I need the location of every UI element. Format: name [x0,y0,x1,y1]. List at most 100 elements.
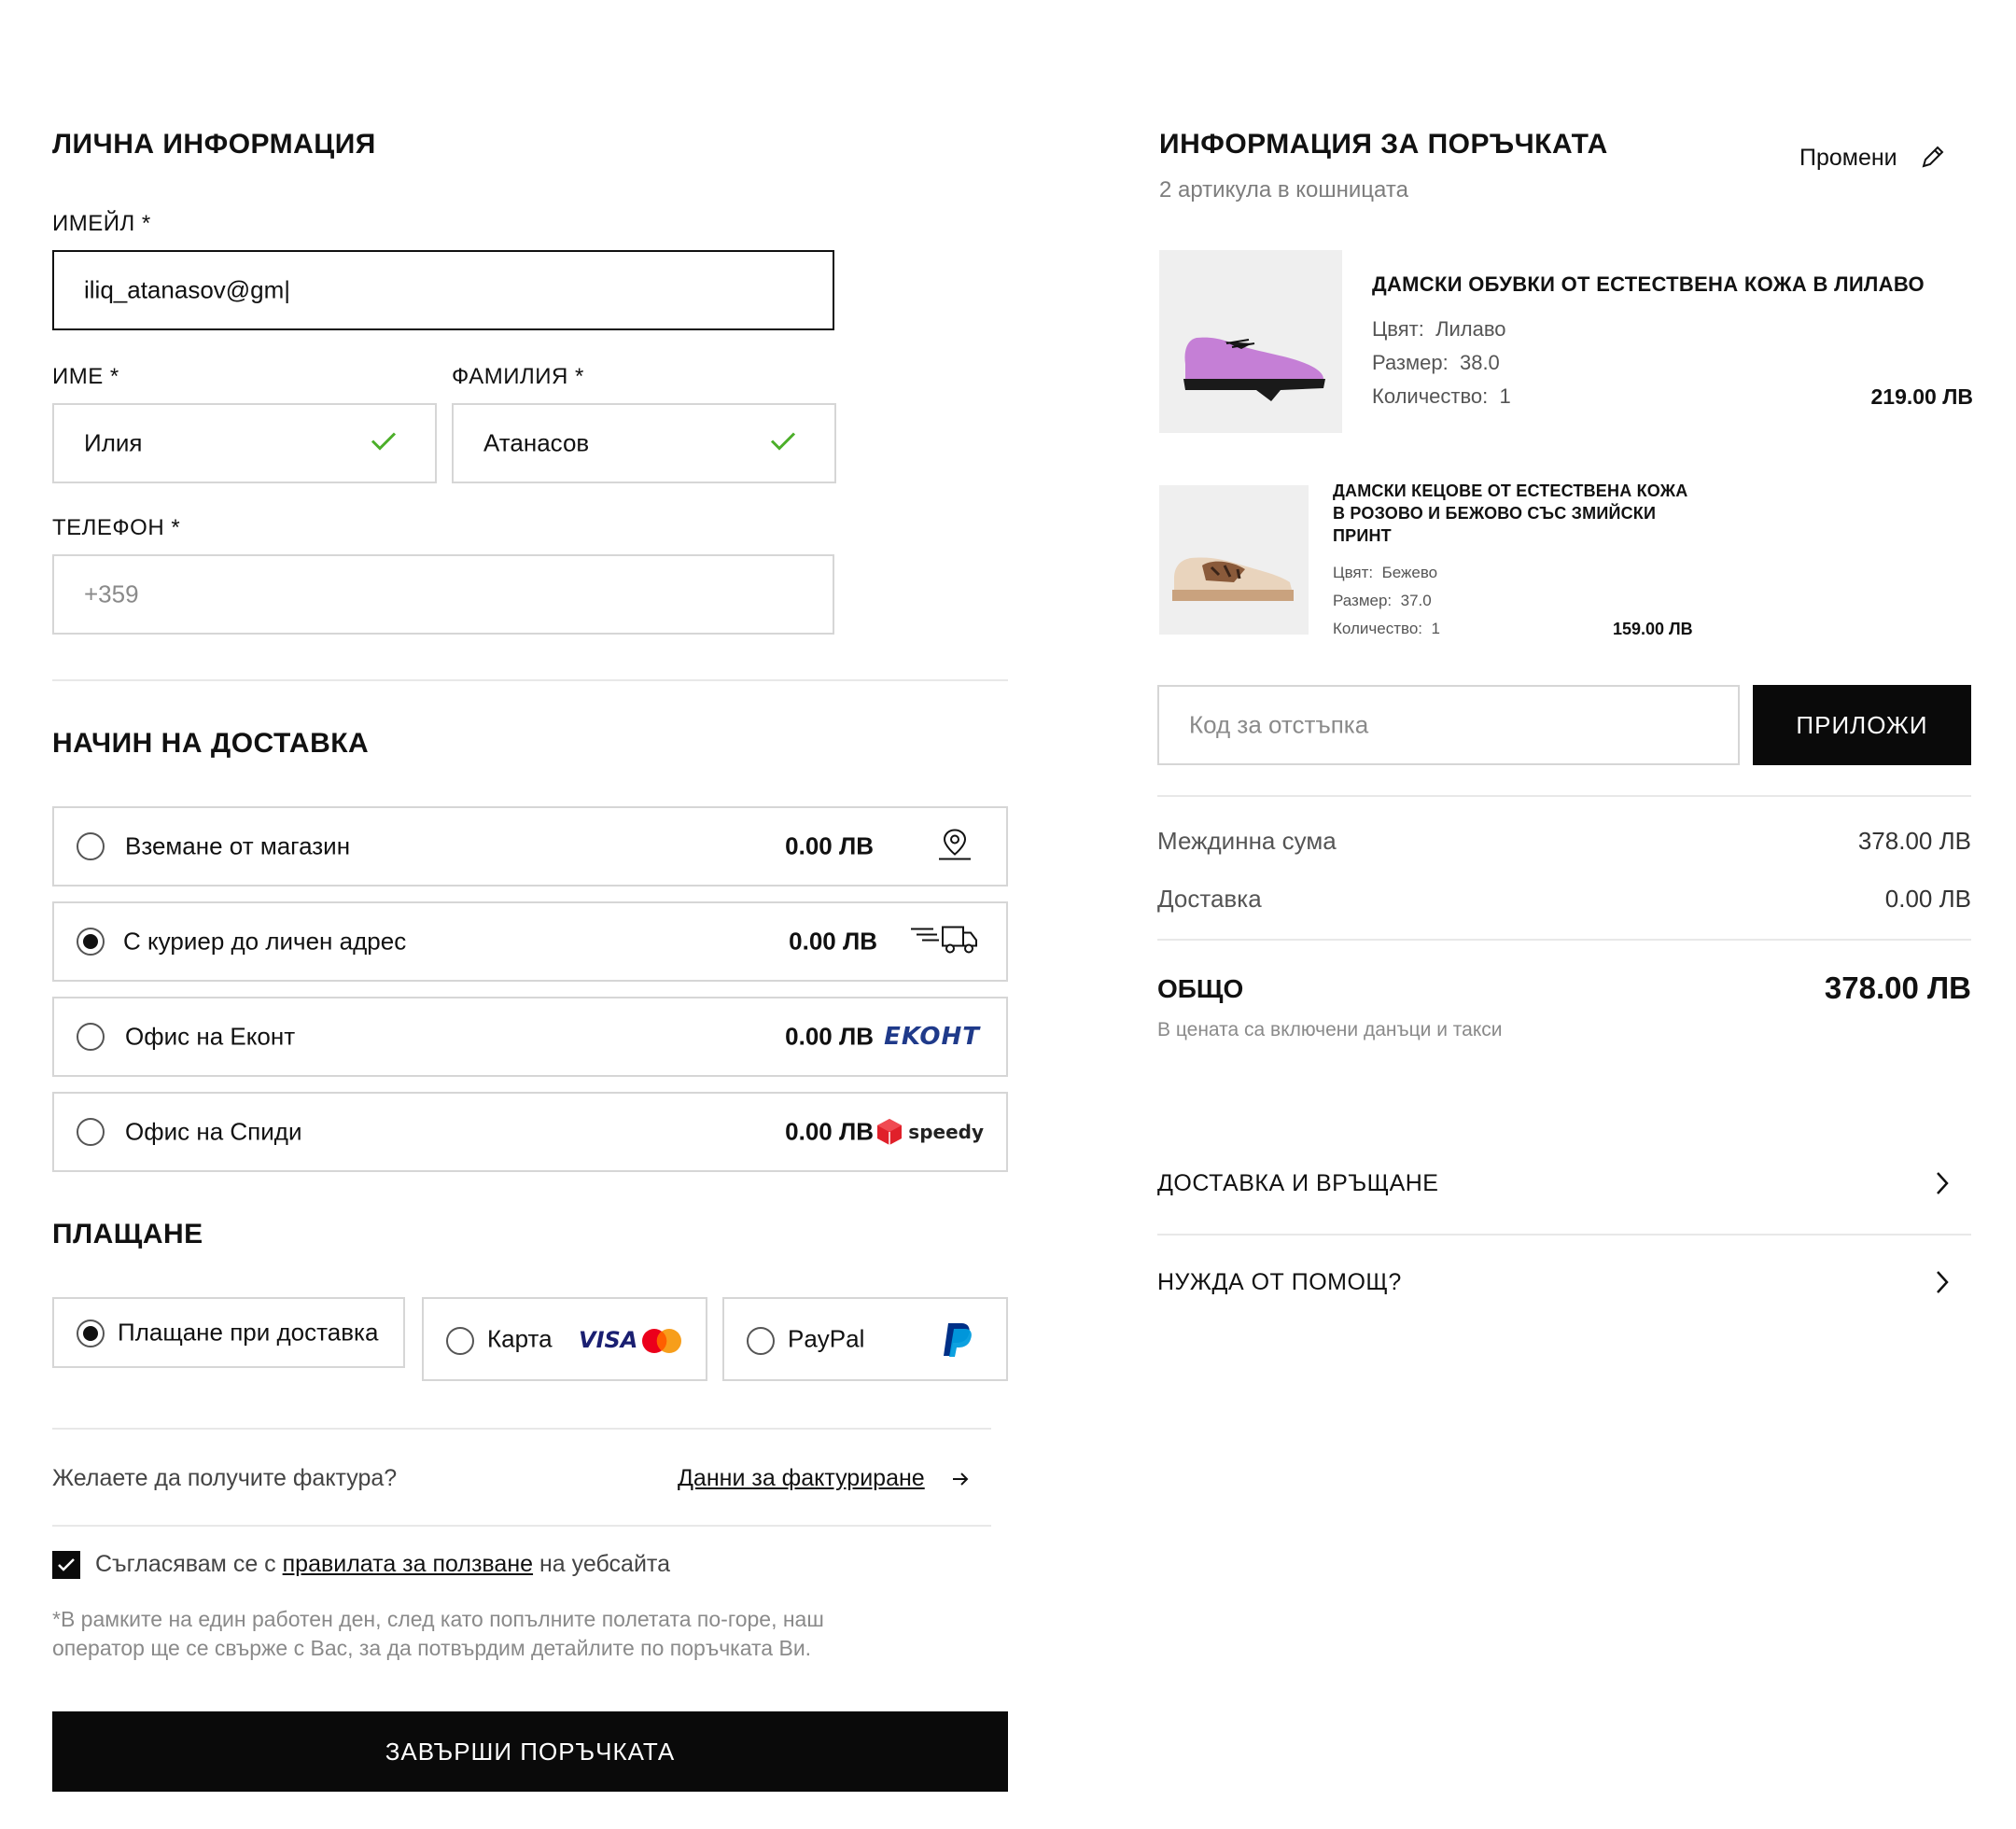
color-label: Цвят: [1333,564,1374,581]
radio-button[interactable] [747,1327,775,1355]
product-image-purple-shoe[interactable] [1159,250,1342,433]
sneaker-illustration [1172,557,1294,601]
payment-option-cod[interactable]: Плащане при доставка [52,1297,405,1368]
delivery-option-courier[interactable]: С куриер до личен адрес 0.00 ЛВ [52,901,1008,982]
shoe-illustration [1183,337,1325,401]
order-info-heading: ИНФОРМАЦИЯ ЗА ПОРЪЧКАТА [1159,129,1608,160]
discount-code-input[interactable]: Код за отстъпка [1157,685,1740,765]
mastercard-logo [640,1327,683,1360]
accordion-label: ДОСТАВКА И ВРЪЩАНЕ [1157,1170,1439,1196]
invoice-link[interactable]: Данни за фактуриране [678,1465,970,1492]
terms-checkbox[interactable] [52,1551,80,1579]
section-divider [52,1428,991,1430]
product-title-line: ДАМСКИ КЕЦОВЕ ОТ ЕСТЕСТВЕНА КОЖА [1333,482,1688,500]
delivery-option-price: 0.00 ЛВ [785,1117,874,1146]
edit-label: Промени [1799,144,1897,171]
arrow-right-icon [952,1472,969,1486]
accordion-label: НУЖДА ОТ ПОМОЩ? [1157,1269,1402,1295]
paypal-logo [941,1321,974,1363]
qty-value: 1 [1499,384,1511,408]
last-name-label: ФАМИЛИЯ * [452,364,584,389]
payment-option-card[interactable]: Карта VISA [422,1297,707,1381]
shipping-value: 0.00 ЛВ [1884,885,1971,913]
delivery-option-price: 0.00 ЛВ [789,927,877,956]
phone-field[interactable]: +359 [52,554,834,635]
operator-note-line: *В рамките на един работен ден, след кат… [52,1607,824,1631]
delivery-option-store[interactable]: Вземане от магазин 0.00 ЛВ [52,806,1008,887]
phone-placeholder: +359 [84,579,139,608]
first-name-field[interactable]: Илия [52,403,437,483]
delivery-option-price: 0.00 ЛВ [785,1022,874,1051]
speedy-cube-icon [877,1119,903,1145]
visa-logo: VISA [579,1327,638,1353]
product-title[interactable]: ДАМСКИ КЕЦОВЕ ОТ ЕСТЕСТВЕНА КОЖА В РОЗОВ… [1333,480,1687,547]
chevron-right-icon [1937,1172,1949,1194]
invoice-question: Желаете да получите фактура? [52,1465,398,1491]
payment-option-name: Плащане при доставка [118,1318,379,1347]
total-value: 378.00 ЛВ [1824,970,1971,1005]
apply-discount-button[interactable]: ПРИЛОЖИ [1753,685,1971,765]
last-name-field[interactable]: Атанасов [452,403,836,483]
section-divider [1157,795,1971,797]
location-pin-icon [937,827,973,867]
first-name-value: Илия [84,428,143,457]
complete-order-button[interactable]: ЗАВЪРШИ ПОРЪЧКАТА [52,1711,1008,1792]
radio-button-selected[interactable] [77,928,105,956]
invoice-link-text[interactable]: Данни за фактуриране [678,1465,925,1492]
delivery-truck-icon [909,924,978,960]
payment-option-name: PayPal [788,1324,865,1353]
pencil-icon [1922,146,1944,168]
chevron-right-icon [1937,1271,1949,1293]
discount-placeholder: Код за отстъпка [1189,710,1369,739]
edit-cart-button[interactable]: Промени [1799,144,1946,172]
operator-note: *В рамките на един работен ден, след кат… [52,1605,824,1663]
product-image-beige-sneaker[interactable] [1159,485,1309,635]
radio-button[interactable] [77,832,105,860]
econt-logo: EKOHT [884,1023,980,1051]
delivery-option-price: 0.00 ЛВ [785,831,874,860]
terms-link[interactable]: правилата за ползване [283,1551,533,1577]
radio-button[interactable] [77,1118,105,1146]
phone-label: ТЕЛЕФОН * [52,515,181,540]
subtotal-value: 378.00 ЛВ [1857,827,1971,855]
product-size: Размер: 37.0 [1333,592,1432,610]
operator-note-line: оператор ще се свърже с Вас, за да потвъ… [52,1636,812,1660]
qty-label: Количество: [1333,620,1423,637]
radio-button[interactable] [446,1327,474,1355]
email-value: iliq_atanasov@gm| [84,275,291,304]
accordion-need-help[interactable]: НУЖДА ОТ ПОМОЩ? [1157,1249,1971,1319]
product-title[interactable]: ДАМСКИ ОБУВКИ ОТ ЕСТЕСТВЕНА КОЖА В ЛИЛАВ… [1372,272,1925,297]
accordion-delivery-returns[interactable]: ДОСТАВКА И ВРЪЩАНЕ [1157,1150,1971,1221]
product-quantity: Количество: 1 [1372,384,1511,409]
shipping-label: Доставка [1157,885,1262,913]
section-divider [52,1525,991,1527]
qty-label: Количество: [1372,384,1489,408]
checkmark-icon [370,430,398,457]
product-price: 219.00 ЛВ [1870,384,1974,409]
color-value: Лилаво [1435,317,1506,341]
last-name-value: Атанасов [483,428,590,457]
product-price: 159.00 ЛВ [1613,620,1693,638]
cart-count: 2 артикула в кошницата [1159,177,1408,202]
radio-button-selected[interactable] [77,1319,105,1347]
first-name-label: ИМЕ * [52,364,119,389]
speedy-logo: speedy [876,1118,984,1146]
email-field[interactable]: iliq_atanasov@gm| [52,250,834,330]
personal-info-heading: ЛИЧНА ИНФОРМАЦИЯ [52,129,376,160]
product-quantity: Количество: 1 [1333,620,1440,638]
tax-note: В цената са включени данъци и такси [1157,1019,1503,1040]
terms-suffix: на уебсайта [539,1551,670,1577]
qty-value: 1 [1431,620,1440,637]
terms-prefix: Съгласявам се с [95,1551,276,1577]
size-label: Размер: [1333,592,1393,609]
delivery-option-name: Офис на Спиди [125,1117,302,1146]
delivery-option-speedy[interactable]: Офис на Спиди 0.00 ЛВ speedy [52,1092,1008,1172]
delivery-heading: НАЧИН НА ДОСТАВКА [52,728,370,759]
size-value: 37.0 [1400,592,1432,609]
payment-option-paypal[interactable]: PayPal [722,1297,1008,1381]
radio-button[interactable] [77,1023,105,1051]
delivery-option-econt[interactable]: Офис на Еконт 0.00 ЛВ EKOHT [52,997,1008,1077]
delivery-option-name: Вземане от магазин [125,831,351,860]
checkmark-icon [58,1558,75,1571]
color-value: Бежево [1381,564,1438,581]
